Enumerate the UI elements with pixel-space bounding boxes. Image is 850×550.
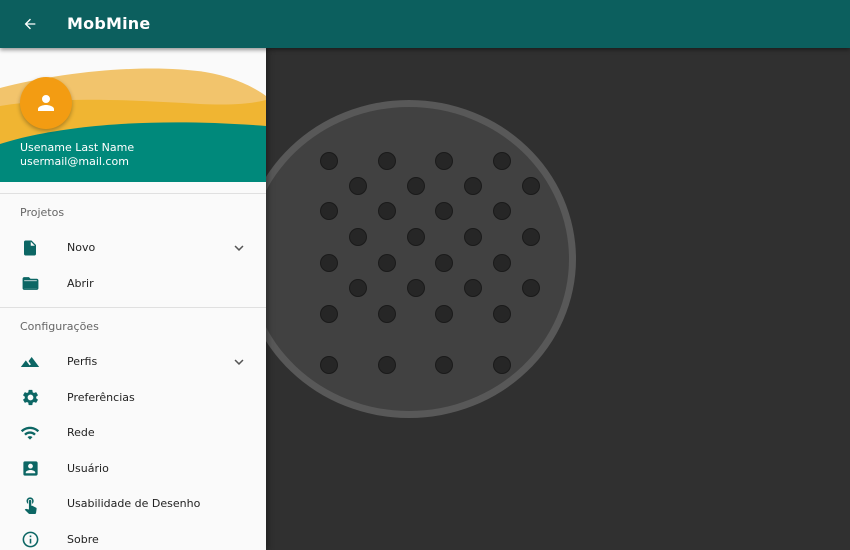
back-button[interactable] [18, 12, 42, 36]
drill-hole[interactable] [320, 356, 338, 374]
user-email: usermail@mail.com [20, 155, 129, 168]
drill-hole[interactable] [464, 279, 482, 297]
section-label-configuracoes: Configurações [20, 320, 99, 333]
account-box-icon [20, 459, 40, 479]
gear-icon [20, 388, 40, 408]
drill-hole[interactable] [320, 254, 338, 272]
drill-hole[interactable] [378, 254, 396, 272]
touch-icon [20, 494, 40, 514]
drill-hole[interactable] [522, 228, 540, 246]
app-bar: MobMine [0, 0, 850, 48]
menu-item-preferencias[interactable]: Preferências [0, 380, 266, 416]
drill-hole[interactable] [378, 202, 396, 220]
drill-holes [320, 152, 540, 374]
drill-hole[interactable] [493, 356, 511, 374]
person-icon [38, 95, 54, 111]
menu-item-label: Sobre [67, 532, 99, 546]
drill-hole[interactable] [493, 254, 511, 272]
drill-hole[interactable] [320, 152, 338, 170]
drill-hole[interactable] [378, 152, 396, 170]
drill-hole[interactable] [493, 305, 511, 323]
drill-hole[interactable] [522, 279, 540, 297]
menu-item-label: Perfis [67, 355, 98, 368]
drill-hole[interactable] [464, 177, 482, 195]
chevron-down-icon[interactable] [230, 353, 248, 371]
drill-hole[interactable] [349, 228, 367, 246]
chevron-down-icon[interactable] [230, 239, 248, 257]
navigation-drawer: Usename Last Name usermail@mail.com Proj… [0, 48, 266, 550]
menu-item-sobre[interactable]: Sobre [0, 522, 266, 550]
avatar[interactable] [20, 77, 72, 129]
menu-item-label: Rede [67, 426, 95, 439]
menu-item-perfis[interactable]: Perfis [0, 344, 266, 380]
menu-item-abrir[interactable]: Abrir [0, 266, 266, 302]
arrow-back-icon [24, 18, 36, 30]
folder-open-icon [20, 274, 40, 294]
user-name: Usename Last Name [20, 141, 135, 154]
drill-hole[interactable] [320, 202, 338, 220]
drill-hole[interactable] [407, 228, 425, 246]
drill-hole[interactable] [464, 228, 482, 246]
drawing-canvas[interactable] [266, 48, 850, 550]
menu-item-usuario[interactable]: Usuário [0, 451, 266, 487]
menu-item-label: Abrir [67, 276, 94, 290]
drawer-header: Usename Last Name usermail@mail.com [0, 48, 266, 182]
drill-hole[interactable] [378, 356, 396, 374]
drill-hole[interactable] [435, 305, 453, 323]
drill-hole[interactable] [435, 152, 453, 170]
menu-item-label: Preferências [67, 390, 135, 404]
terrain-icon [20, 352, 40, 372]
drill-hole[interactable] [349, 279, 367, 297]
menu-item-rede[interactable]: Rede [0, 415, 266, 451]
menu-item-label: Novo [67, 241, 96, 254]
drill-hole[interactable] [435, 202, 453, 220]
drill-hole[interactable] [378, 305, 396, 323]
drill-hole[interactable] [493, 152, 511, 170]
app-title: MobMine [67, 14, 151, 33]
drill-hole[interactable] [435, 254, 453, 272]
drill-hole[interactable] [320, 305, 338, 323]
drill-hole[interactable] [407, 279, 425, 297]
menu-item-usabilidade-de-desenho[interactable]: Usabilidade de Desenho [0, 486, 266, 522]
wifi-icon [20, 423, 40, 443]
menu-item-label: Usuário [67, 461, 109, 475]
info-icon [20, 530, 40, 550]
drill-hole[interactable] [407, 177, 425, 195]
file-icon [20, 238, 40, 258]
drill-hole[interactable] [349, 177, 367, 195]
drill-hole[interactable] [522, 177, 540, 195]
menu-item-novo[interactable]: Novo [0, 230, 266, 266]
drill-hole[interactable] [493, 202, 511, 220]
section-label-projetos: Projetos [20, 206, 65, 219]
drill-hole[interactable] [435, 356, 453, 374]
menu-item-label: Usabilidade de Desenho [67, 497, 201, 510]
